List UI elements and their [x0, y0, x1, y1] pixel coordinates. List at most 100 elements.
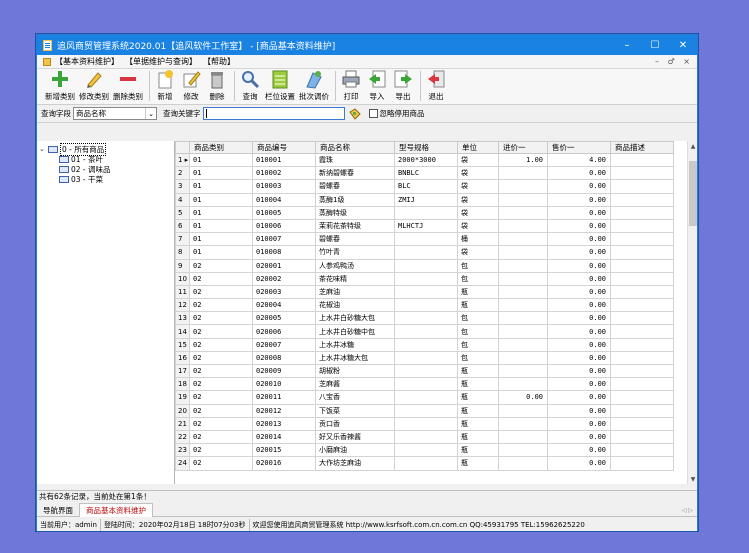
- price-cell[interactable]: [498, 179, 548, 194]
- table-cell[interactable]: 01: [189, 192, 253, 207]
- table-cell[interactable]: 010004: [252, 192, 316, 207]
- table-cell[interactable]: 01: [189, 218, 253, 234]
- price-cell[interactable]: 0.00: [547, 311, 611, 326]
- chevron-down-icon[interactable]: ⌄: [145, 108, 156, 119]
- table-cell[interactable]: [610, 218, 674, 234]
- scroll-down-icon[interactable]: ▼: [688, 474, 697, 484]
- unit-cell[interactable]: 袋: [457, 166, 499, 181]
- price-cell[interactable]: [498, 337, 548, 352]
- table-cell[interactable]: 02: [189, 284, 253, 300]
- table-cell[interactable]: [610, 258, 674, 273]
- table-row[interactable]: 17 02 020009 胡椒粉 瓶 0.00: [175, 363, 674, 379]
- price-cell[interactable]: [498, 245, 548, 260]
- table-cell[interactable]: 02: [189, 298, 253, 313]
- table-cell[interactable]: 020002: [252, 271, 316, 286]
- table-cell[interactable]: [610, 337, 674, 352]
- column-header[interactable]: 商品名称: [315, 141, 395, 154]
- table-row[interactable]: 20 02 020012 下饭菜 瓶 0.00: [175, 403, 674, 418]
- table-cell[interactable]: [394, 232, 458, 247]
- price-cell[interactable]: 0.00: [547, 390, 611, 405]
- menu-help[interactable]: 【帮助】: [203, 56, 235, 67]
- minimize-button[interactable]: –: [613, 35, 641, 55]
- unit-cell[interactable]: 瓶: [457, 416, 499, 431]
- columns-button[interactable]: 栏位设置: [265, 69, 295, 102]
- table-cell[interactable]: 01: [189, 205, 253, 220]
- delete-category-button[interactable]: 删除类别: [113, 69, 143, 102]
- table-cell[interactable]: [610, 311, 674, 326]
- price-cell[interactable]: [498, 377, 548, 392]
- table-cell[interactable]: [394, 390, 458, 405]
- table-cell[interactable]: [394, 456, 458, 471]
- table-cell[interactable]: 020010: [252, 377, 316, 392]
- price-cell[interactable]: 0.00: [547, 337, 611, 352]
- table-cell[interactable]: 010005: [252, 205, 316, 220]
- price-cell[interactable]: 0.00: [547, 298, 611, 313]
- column-header[interactable]: 商品描述: [610, 141, 674, 154]
- price-cell[interactable]: 0.00: [547, 377, 611, 392]
- table-cell[interactable]: [610, 166, 674, 181]
- price-cell[interactable]: 0.00: [547, 324, 611, 339]
- price-cell[interactable]: [498, 443, 548, 458]
- table-cell[interactable]: 020004: [252, 298, 316, 313]
- price-cell[interactable]: 0.00: [547, 429, 611, 445]
- unit-cell[interactable]: 袋: [457, 152, 499, 168]
- price-cell[interactable]: [498, 166, 548, 181]
- table-cell[interactable]: 01: [189, 179, 253, 194]
- price-cell[interactable]: 0.00: [547, 403, 611, 418]
- search-field-select[interactable]: 商品名称 ⌄: [73, 107, 157, 120]
- product-name-cell[interactable]: 下饭菜: [315, 403, 395, 418]
- price-cell[interactable]: [498, 218, 548, 234]
- unit-cell[interactable]: 袋: [457, 245, 499, 260]
- table-row[interactable]: 16 02 020008 上水井冰糖大包 包 0.00: [175, 350, 674, 366]
- product-name-cell[interactable]: 大作坊芝麻油: [315, 456, 395, 471]
- table-cell[interactable]: [610, 390, 674, 405]
- price-cell[interactable]: 0.00: [547, 166, 611, 181]
- unit-cell[interactable]: 袋: [457, 205, 499, 220]
- product-name-cell[interactable]: 贡口香: [315, 416, 395, 431]
- price-cell[interactable]: [498, 324, 548, 339]
- new-button[interactable]: 新增: [154, 69, 176, 102]
- price-cell[interactable]: 1.00: [498, 152, 548, 168]
- edit-button[interactable]: 修改: [180, 69, 202, 102]
- tree-item-label[interactable]: 03 - 干菜: [71, 174, 103, 185]
- table-cell[interactable]: [394, 403, 458, 418]
- table-cell[interactable]: [610, 416, 674, 431]
- column-header[interactable]: 商品编号: [252, 141, 316, 154]
- unit-cell[interactable]: 包: [457, 258, 499, 273]
- print-button[interactable]: 打印: [340, 69, 362, 102]
- price-cell[interactable]: [498, 298, 548, 313]
- price-cell[interactable]: 0.00: [547, 179, 611, 194]
- table-cell[interactable]: [394, 350, 458, 366]
- table-cell[interactable]: [394, 443, 458, 458]
- column-header[interactable]: 进价一: [498, 141, 548, 154]
- collapse-icon[interactable]: ⌄: [39, 145, 46, 153]
- price-cell[interactable]: 0.00: [547, 284, 611, 300]
- table-cell[interactable]: 010001: [252, 152, 316, 168]
- table-cell[interactable]: 020001: [252, 258, 316, 273]
- unit-cell[interactable]: 袋: [457, 192, 499, 207]
- price-cell[interactable]: 0.00: [547, 443, 611, 458]
- unit-cell[interactable]: 瓶: [457, 443, 499, 458]
- table-cell[interactable]: [610, 443, 674, 458]
- table-cell[interactable]: 020016: [252, 456, 316, 471]
- price-cell[interactable]: [498, 416, 548, 431]
- product-name-cell[interactable]: 胡椒粉: [315, 363, 395, 379]
- unit-cell[interactable]: 袋: [457, 179, 499, 194]
- table-row[interactable]: 21 02 020013 贡口香 瓶 0.00: [175, 416, 674, 431]
- unit-cell[interactable]: 瓶: [457, 298, 499, 313]
- table-cell[interactable]: [610, 429, 674, 445]
- price-cell[interactable]: 4.00: [547, 152, 611, 168]
- table-cell[interactable]: 020008: [252, 350, 316, 366]
- table-cell[interactable]: [394, 205, 458, 220]
- table-cell[interactable]: 02: [189, 258, 253, 273]
- tab-scroll-arrows-icon[interactable]: ◁ ▷: [682, 507, 693, 514]
- menu-basic-data[interactable]: 【基本资料维护】: [55, 56, 119, 67]
- unit-cell[interactable]: 包: [457, 311, 499, 326]
- mdi-controls[interactable]: – ♂ ×: [655, 57, 693, 66]
- table-cell[interactable]: [610, 179, 674, 194]
- product-name-cell[interactable]: 竹叶青: [315, 245, 395, 260]
- price-cell[interactable]: [498, 284, 548, 300]
- product-name-cell[interactable]: 上水井冰糖大包: [315, 350, 395, 366]
- price-cell[interactable]: [498, 258, 548, 273]
- table-cell[interactable]: [610, 232, 674, 247]
